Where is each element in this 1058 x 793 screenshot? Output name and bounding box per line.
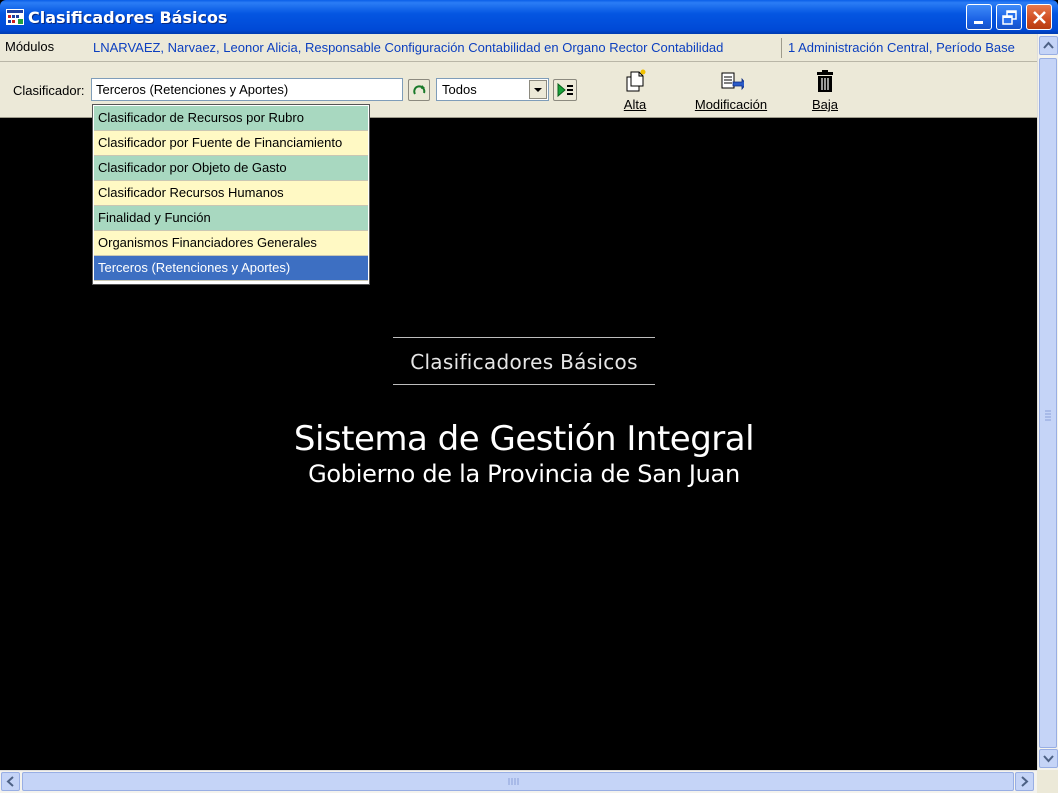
execute-button[interactable] xyxy=(553,79,577,101)
filter-select-value: Todos xyxy=(442,82,477,97)
organization-info: 1 Administración Central, Período Base xyxy=(788,40,1015,55)
scroll-down-button[interactable] xyxy=(1039,749,1058,768)
scrollbar-corner xyxy=(1037,770,1058,793)
chevron-right-icon xyxy=(1021,776,1029,787)
vertical-scroll-thumb[interactable] xyxy=(1039,58,1057,748)
clasificador-label: Clasificador: xyxy=(13,83,85,98)
trash-icon xyxy=(817,70,833,92)
chevron-up-icon xyxy=(1043,41,1054,49)
scroll-up-button[interactable] xyxy=(1039,36,1058,55)
close-button[interactable] xyxy=(1026,4,1052,30)
splash-rule-top xyxy=(393,337,655,338)
splash-system-title: Sistema de Gestión Integral xyxy=(293,419,755,459)
minimize-icon xyxy=(974,21,983,24)
refresh-button[interactable] xyxy=(408,79,430,101)
dropdown-item[interactable]: Finalidad y Función xyxy=(94,206,368,231)
clasificador-combo[interactable]: Terceros (Retenciones y Aportes) xyxy=(91,78,403,101)
scroll-left-button[interactable] xyxy=(1,772,20,791)
dropdown-item-selected[interactable]: Terceros (Retenciones y Aportes) xyxy=(94,256,368,281)
minimize-button[interactable] xyxy=(966,4,992,30)
chevron-down-icon xyxy=(1043,755,1054,763)
horizontal-scrollbar[interactable] xyxy=(0,770,1037,793)
filter-select[interactable]: Todos xyxy=(436,78,549,101)
baja-button[interactable]: Baja xyxy=(808,68,842,112)
splash-module-title: Clasificadores Básicos xyxy=(410,350,638,374)
filter-dropdown-button[interactable] xyxy=(529,80,547,99)
close-icon xyxy=(1033,11,1046,24)
clasificador-dropdown-list: Clasificador de Recursos por Rubro Clasi… xyxy=(92,104,370,285)
dropdown-item[interactable]: Clasificador por Objeto de Gasto xyxy=(94,156,368,181)
splash-government: Gobierno de la Provincia de San Juan xyxy=(308,460,740,488)
chevron-down-icon xyxy=(534,88,542,92)
dropdown-item[interactable]: Organismos Financiadores Generales xyxy=(94,231,368,256)
grip-icon xyxy=(508,778,519,785)
user-info: LNARVAEZ, Narvaez, Leonor Alicia, Respon… xyxy=(93,40,724,55)
dropdown-item[interactable]: Clasificador de Recursos por Rubro xyxy=(94,106,368,131)
modificacion-label: Modificación xyxy=(694,97,768,112)
refresh-icon xyxy=(413,85,426,95)
modificacion-button[interactable]: Modificación xyxy=(690,68,772,112)
horizontal-scroll-thumb[interactable] xyxy=(22,772,1014,791)
baja-label: Baja xyxy=(811,97,839,112)
new-document-icon xyxy=(626,69,646,92)
vertical-scrollbar[interactable] xyxy=(1037,34,1058,770)
play-list-icon xyxy=(557,82,573,98)
dropdown-item[interactable]: Clasificador Recursos Humanos xyxy=(94,181,368,206)
window-title: Clasificadores Básicos xyxy=(28,8,228,27)
alta-label: Alta xyxy=(623,97,647,112)
edit-document-icon xyxy=(721,72,744,91)
app-grid-icon xyxy=(6,9,24,25)
info-divider xyxy=(781,38,782,58)
splash-rule-bottom xyxy=(393,384,655,385)
grip-icon xyxy=(1045,410,1051,421)
dropdown-item[interactable]: Clasificador por Fuente de Financiamient… xyxy=(94,131,368,156)
restore-icon xyxy=(1002,10,1017,25)
chevron-left-icon xyxy=(6,776,14,787)
scroll-right-button[interactable] xyxy=(1015,772,1034,791)
modulos-menu[interactable]: Módulos xyxy=(5,39,54,54)
restore-button[interactable] xyxy=(996,4,1022,30)
title-bar[interactable]: Clasificadores Básicos xyxy=(0,0,1058,34)
alta-button[interactable]: Alta xyxy=(619,68,651,112)
info-bar: Módulos LNARVAEZ, Narvaez, Leonor Alicia… xyxy=(0,34,1058,62)
